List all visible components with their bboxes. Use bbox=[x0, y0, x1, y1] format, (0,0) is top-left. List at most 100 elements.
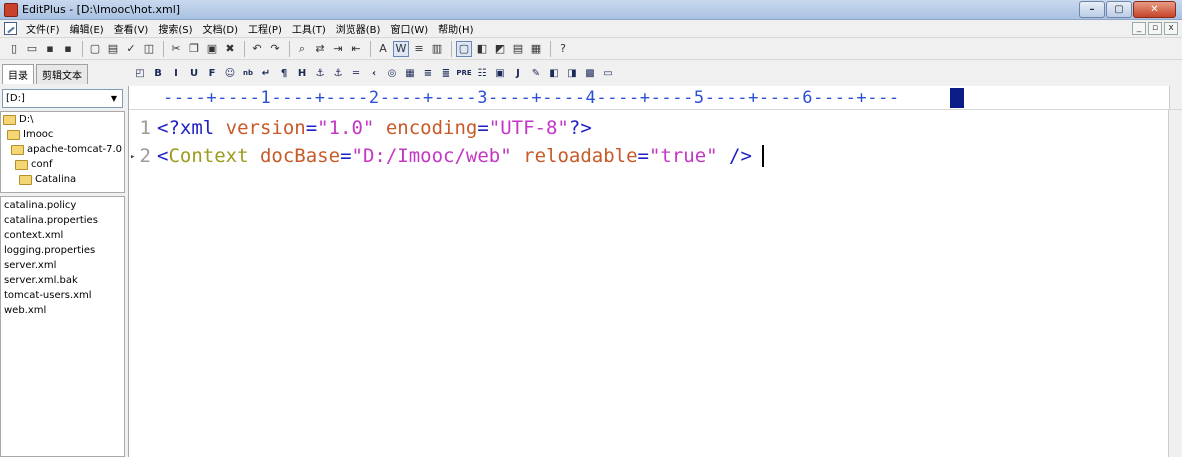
save-all-icon[interactable]: ▪ bbox=[60, 41, 76, 57]
cut-icon[interactable]: ✂ bbox=[168, 41, 184, 57]
document-restore-button[interactable]: ▫ bbox=[1148, 22, 1162, 35]
menu-item[interactable]: 编辑(E) bbox=[65, 21, 109, 36]
file-list-item[interactable]: server.xml.bak bbox=[1, 275, 124, 290]
align-icon[interactable]: ≣ bbox=[438, 65, 454, 81]
menu-item[interactable]: 帮助(H) bbox=[433, 21, 478, 36]
list-icon[interactable]: ☷ bbox=[474, 65, 490, 81]
menu-item[interactable]: 文件(F) bbox=[21, 21, 65, 36]
menu-item[interactable]: 搜索(S) bbox=[153, 21, 197, 36]
new-file-icon[interactable]: ▯ bbox=[6, 41, 22, 57]
delete-icon[interactable]: ✖ bbox=[222, 41, 238, 57]
save-icon[interactable]: ▪ bbox=[42, 41, 58, 57]
code-line[interactable]: ▸ 2 <Context docBase="D:/Imooc/web" reload… bbox=[129, 142, 1169, 170]
frame-icon[interactable]: ▭ bbox=[600, 65, 616, 81]
editplus-app-icon[interactable] bbox=[4, 2, 18, 17]
pre-icon[interactable]: PRE bbox=[456, 65, 472, 81]
directory-tree[interactable]: D:\ Imooc apache-tomcat-7.0 conf Catalina bbox=[0, 111, 125, 193]
vertical-scrollbar[interactable] bbox=[1168, 110, 1182, 457]
tree-folder[interactable]: Catalina bbox=[1, 172, 124, 187]
menu-item[interactable]: 查看(V) bbox=[109, 21, 154, 36]
file-list-item[interactable]: web.xml bbox=[1, 305, 124, 320]
screen-icon[interactable]: ▢ bbox=[456, 40, 472, 57]
editor-pane[interactable]: ----+----1----+----2----+----3----+----4… bbox=[128, 86, 1182, 457]
close-tag-icon[interactable]: ◨ bbox=[564, 65, 580, 81]
redo-icon[interactable]: ↷ bbox=[267, 41, 283, 57]
menu-item[interactable]: 窗口(W) bbox=[385, 21, 433, 36]
form-icon[interactable]: ▣ bbox=[492, 65, 508, 81]
print-icon[interactable]: ▤ bbox=[105, 41, 121, 57]
code-text[interactable]: <Context docBase="D:/Imooc/web" reloadab… bbox=[157, 145, 752, 167]
anchor-icon[interactable]: ⚓ bbox=[330, 65, 346, 81]
document-icon[interactable] bbox=[4, 22, 17, 35]
chevron-down-icon[interactable]: ▼ bbox=[108, 92, 120, 105]
goto-icon[interactable]: ⇥ bbox=[330, 41, 346, 57]
font-icon[interactable]: A bbox=[375, 41, 391, 57]
file-list-item[interactable]: context.xml bbox=[1, 230, 124, 245]
hr-icon[interactable]: ═ bbox=[348, 65, 364, 81]
tree-folder[interactable]: D:\ bbox=[1, 112, 124, 127]
menu-item[interactable]: 文档(D) bbox=[198, 21, 244, 36]
close-button[interactable]: ✕ bbox=[1133, 1, 1176, 18]
script-icon[interactable]: ✎ bbox=[528, 65, 544, 81]
center-icon[interactable]: ≡ bbox=[420, 65, 436, 81]
file-list-item[interactable]: tomcat-users.xml bbox=[1, 290, 124, 305]
font-icon[interactable]: F bbox=[204, 65, 220, 81]
word-wrap-icon[interactable]: W bbox=[393, 40, 409, 57]
drive-select[interactable]: [D:] ▼ bbox=[2, 89, 123, 108]
break-icon[interactable]: ↵ bbox=[258, 65, 274, 81]
replace-icon[interactable]: ⇄ bbox=[312, 41, 328, 57]
window-icon[interactable]: ◧ bbox=[474, 41, 490, 57]
image-icon[interactable]: ◎ bbox=[384, 65, 400, 81]
open-icon[interactable]: ▭ bbox=[24, 41, 40, 57]
minimize-button[interactable]: – bbox=[1079, 1, 1105, 18]
comment-icon[interactable]: ‹ bbox=[366, 65, 382, 81]
file-list-item[interactable]: logging.properties bbox=[1, 245, 124, 260]
code-line[interactable]: 1 <?xml version="1.0" encoding="UTF-8"?> bbox=[129, 114, 1169, 142]
column-icon[interactable]: ▥ bbox=[429, 41, 445, 57]
tree-folder[interactable]: conf bbox=[1, 157, 124, 172]
print-preview-icon[interactable]: ▢ bbox=[87, 41, 103, 57]
paste-icon[interactable]: ▣ bbox=[204, 41, 220, 57]
maximize-button[interactable]: ▢ bbox=[1106, 1, 1132, 18]
code-token: "1.0" bbox=[317, 117, 375, 139]
file-list[interactable]: catalina.policy catalina.properties contex… bbox=[0, 196, 125, 457]
full-screen-icon[interactable]: ◩ bbox=[492, 41, 508, 57]
menu-item[interactable]: 工程(P) bbox=[243, 21, 287, 36]
link-icon[interactable]: ⚓ bbox=[312, 65, 328, 81]
spell-check-icon[interactable]: ✓ bbox=[123, 41, 139, 57]
copy-icon[interactable]: ❐ bbox=[186, 41, 202, 57]
color-picker-icon[interactable]: ▩ bbox=[582, 65, 598, 81]
document-close-button[interactable]: x bbox=[1164, 22, 1178, 35]
browser-icon[interactable]: ◫ bbox=[141, 41, 157, 57]
tree-folder[interactable]: Imooc bbox=[1, 127, 124, 142]
directory-icon[interactable]: ▦ bbox=[528, 41, 544, 57]
bold-icon[interactable]: B bbox=[150, 65, 166, 81]
menu-item[interactable]: 工具(T) bbox=[287, 21, 331, 36]
file-list-item[interactable]: catalina.properties bbox=[1, 215, 124, 230]
tab-cliptext[interactable]: 剪辑文本 bbox=[36, 64, 88, 84]
menu-item[interactable]: 浏览器(B) bbox=[331, 21, 386, 36]
document-minimize-button[interactable]: _ bbox=[1132, 22, 1146, 35]
underline-icon[interactable]: U bbox=[186, 65, 202, 81]
tree-folder[interactable]: apache-tomcat-7.0 bbox=[1, 142, 124, 157]
file-list-item[interactable]: catalina.policy bbox=[1, 200, 124, 215]
indent-icon[interactable]: ⇤ bbox=[348, 41, 364, 57]
undo-icon[interactable]: ↶ bbox=[249, 41, 265, 57]
paragraph-icon[interactable]: ¶ bbox=[276, 65, 292, 81]
tab-directory[interactable]: 目录 bbox=[2, 64, 34, 84]
italic-icon[interactable]: I bbox=[168, 65, 184, 81]
tag-icon[interactable]: ◧ bbox=[546, 65, 562, 81]
line-number-icon[interactable]: ≡ bbox=[411, 41, 427, 57]
find-icon[interactable]: ⌕ bbox=[294, 41, 310, 57]
code-text[interactable]: <?xml version="1.0" encoding="UTF-8"?> bbox=[157, 117, 592, 139]
cliptext-icon[interactable]: ▤ bbox=[510, 41, 526, 57]
code-lines[interactable]: 1 <?xml version="1.0" encoding="UTF-8"?> ▸… bbox=[129, 114, 1169, 170]
table-icon[interactable]: ▦ bbox=[402, 65, 418, 81]
heading-icon[interactable]: H bbox=[294, 65, 310, 81]
nbsp-icon[interactable]: nb bbox=[240, 65, 256, 81]
java-icon[interactable]: J bbox=[510, 65, 526, 81]
color-icon[interactable]: ☺ bbox=[222, 65, 238, 81]
file-list-item[interactable]: server.xml bbox=[1, 260, 124, 275]
preview-icon[interactable]: ◰ bbox=[132, 65, 148, 81]
help-icon[interactable]: ? bbox=[555, 41, 571, 57]
